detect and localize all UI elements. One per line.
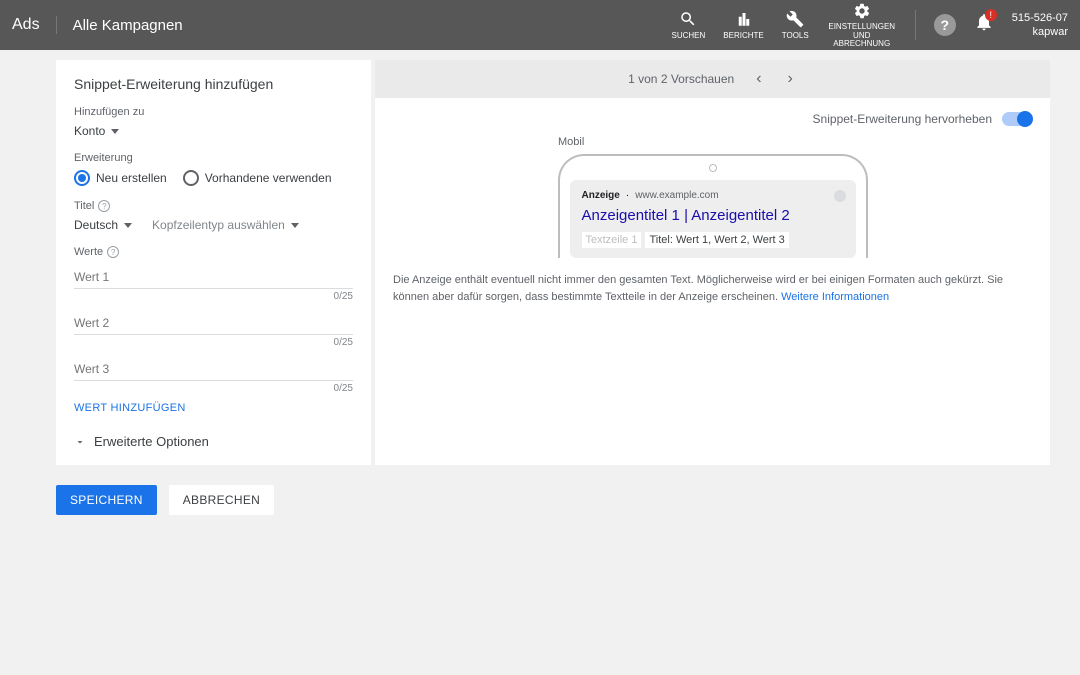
ad-tag: Anzeige [582, 190, 620, 201]
highlight-label: Snippet-Erweiterung hervorheben [813, 112, 992, 126]
extension-label: Erweiterung [74, 152, 353, 164]
radio-new[interactable]: Neu erstellen [74, 170, 167, 186]
prev-button[interactable]: ‹ [752, 70, 765, 88]
search-icon [678, 9, 698, 29]
value-1-input[interactable] [74, 264, 353, 289]
reports-tool[interactable]: BERICHTE [723, 9, 763, 40]
char-counter: 0/25 [74, 337, 353, 348]
campaign-title: Alle Kampagnen [73, 17, 672, 34]
app-header: Ads Alle Kampagnen SUCHEN BERICHTE TOOLS… [0, 0, 1080, 50]
preview-header: 1 von 2 Vorschauen ‹ › [375, 60, 1050, 98]
save-button[interactable]: SPEICHERN [56, 485, 157, 515]
advanced-options-toggle[interactable]: Erweiterte Optionen [74, 434, 353, 449]
mobile-label: Mobil [558, 136, 1032, 148]
radio-icon [183, 170, 199, 186]
more-info-link[interactable]: Weitere Informationen [781, 291, 889, 303]
header-toolbar: SUCHEN BERICHTE TOOLS EINSTELLUNGEN UND … [672, 1, 1069, 49]
help-icon[interactable]: ? [107, 246, 119, 258]
app-logo: Ads [12, 16, 57, 34]
search-tool[interactable]: SUCHEN [672, 9, 706, 40]
notifications-icon[interactable]: ! [974, 12, 994, 37]
phone-frame: Anzeige · www.example.com Anzeigentitel … [558, 154, 868, 258]
settings-tool[interactable]: EINSTELLUNGEN UND ABRECHNUNG [827, 1, 897, 49]
gear-icon [852, 1, 872, 21]
values-label: Werte ? [74, 246, 353, 258]
reports-icon [734, 9, 754, 29]
phone-notch [709, 164, 717, 172]
add-to-label: Hinzufügen zu [74, 106, 353, 118]
chevron-down-icon [124, 223, 132, 228]
action-row: SPEICHERN ABBRECHEN [0, 475, 1080, 525]
radio-icon [74, 170, 90, 186]
wrench-icon [785, 9, 805, 29]
language-select[interactable]: Deutsch [74, 218, 132, 232]
highlight-toggle[interactable] [1002, 112, 1032, 126]
account-info[interactable]: 515-526-07 kapwar [1012, 11, 1068, 40]
title-label: Titel ? [74, 200, 353, 212]
tools-tool[interactable]: TOOLS [782, 9, 809, 40]
ad-preview-card: Anzeige · www.example.com Anzeigentitel … [570, 180, 856, 258]
snippet-values: Titel: Wert 1, Wert 2, Wert 3 [645, 232, 788, 248]
value-3-input[interactable] [74, 356, 353, 381]
ad-url: www.example.com [635, 190, 718, 201]
info-icon [834, 190, 846, 202]
help-icon[interactable]: ? [98, 200, 110, 212]
preview-counter: 1 von 2 Vorschauen [628, 72, 734, 86]
chevron-down-icon [111, 129, 119, 134]
form-title: Snippet-Erweiterung hinzufügen [74, 76, 353, 92]
next-button[interactable]: › [784, 70, 797, 88]
add-to-select[interactable]: Konto [74, 124, 353, 138]
help-icon[interactable]: ? [934, 14, 956, 36]
value-2-input[interactable] [74, 310, 353, 335]
char-counter: 0/25 [74, 383, 353, 394]
char-counter: 0/25 [74, 291, 353, 302]
add-value-link[interactable]: WERT HINZUFÜGEN [74, 402, 353, 414]
chevron-down-icon [291, 223, 299, 228]
alert-badge: ! [985, 9, 997, 21]
disclaimer-text: Die Anzeige enthält eventuell nicht imme… [393, 272, 1032, 305]
divider [915, 10, 916, 40]
radio-existing[interactable]: Vorhandene verwenden [183, 170, 332, 186]
form-panel: Snippet-Erweiterung hinzufügen Hinzufüge… [56, 60, 371, 465]
cancel-button[interactable]: ABBRECHEN [169, 485, 274, 515]
header-type-select[interactable]: Kopfzeilentyp auswählen [152, 218, 299, 232]
preview-panel: 1 von 2 Vorschauen ‹ › Snippet-Erweiteru… [375, 60, 1050, 465]
ad-headline: Anzeigentitel 1 | Anzeigentitel 2 [582, 207, 844, 224]
chevron-down-icon [74, 436, 86, 448]
textline-placeholder: Textzeile 1 [582, 232, 642, 248]
